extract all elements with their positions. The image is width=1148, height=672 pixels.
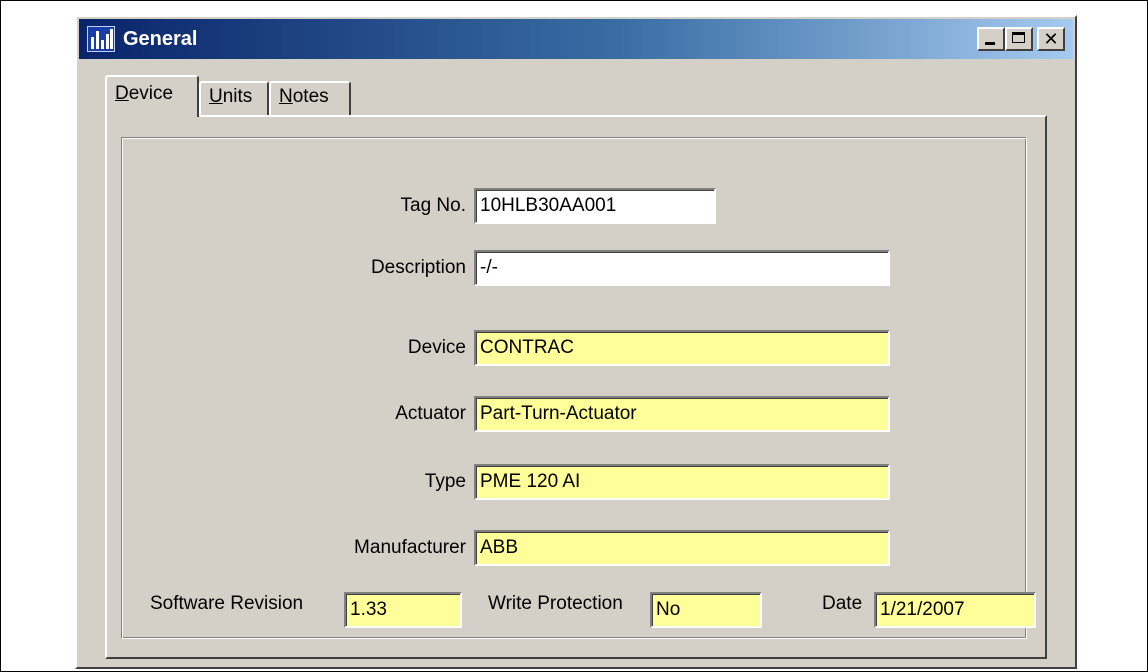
tab-notes-label: otes: [292, 86, 329, 107]
description-input[interactable]: [474, 250, 890, 286]
actuator-label: Actuator: [395, 403, 466, 424]
date-label: Date: [822, 593, 863, 614]
minimize-button[interactable]: [977, 27, 1005, 51]
write-protection-label: Write Protection: [488, 593, 623, 614]
manufacturer-label: Manufacturer: [354, 537, 466, 558]
minimize-icon: [985, 42, 995, 45]
close-button[interactable]: ✕: [1037, 27, 1065, 51]
date-field: [874, 592, 1036, 628]
description-label: Description: [370, 257, 466, 278]
device-tab-panel: Tag No. Description Device Actuator Type…: [105, 115, 1047, 659]
tag-no-input[interactable]: [474, 188, 716, 224]
window-title: General: [123, 28, 198, 50]
write-protection-field: [650, 592, 762, 628]
software-revision-label: Software Revision: [150, 593, 304, 614]
tab-device-label: evice: [128, 83, 174, 104]
tab-device-accesskey: D: [115, 83, 129, 104]
equipment-chart-icon[interactable]: [87, 26, 115, 52]
screenshot-frame: General ✕ Device Units Notes Tag No. Des: [0, 0, 1148, 672]
maximize-icon: [1012, 32, 1025, 43]
device-field: [474, 330, 890, 366]
tab-notes-accesskey: N: [279, 86, 293, 107]
manufacturer-field: [474, 530, 890, 566]
tab-device[interactable]: Device: [105, 75, 199, 117]
type-label: Type: [424, 471, 466, 492]
tag-no-label: Tag No.: [400, 195, 466, 216]
device-label: Device: [407, 337, 466, 358]
type-field: [474, 464, 890, 500]
actuator-field: [474, 396, 890, 432]
tab-units-label: nits: [222, 86, 253, 107]
tab-notes[interactable]: Notes: [269, 81, 351, 115]
tab-units-accesskey: U: [209, 86, 223, 107]
title-bar[interactable]: General ✕: [79, 19, 1073, 59]
software-revision-field: [344, 592, 462, 628]
general-dialog-window: General ✕ Device Units Notes Tag No. Des: [75, 15, 1077, 669]
close-icon: ✕: [1043, 29, 1059, 49]
tab-units[interactable]: Units: [199, 81, 269, 115]
maximize-button[interactable]: [1005, 27, 1033, 51]
device-group-box: Tag No. Description Device Actuator Type…: [121, 137, 1036, 639]
